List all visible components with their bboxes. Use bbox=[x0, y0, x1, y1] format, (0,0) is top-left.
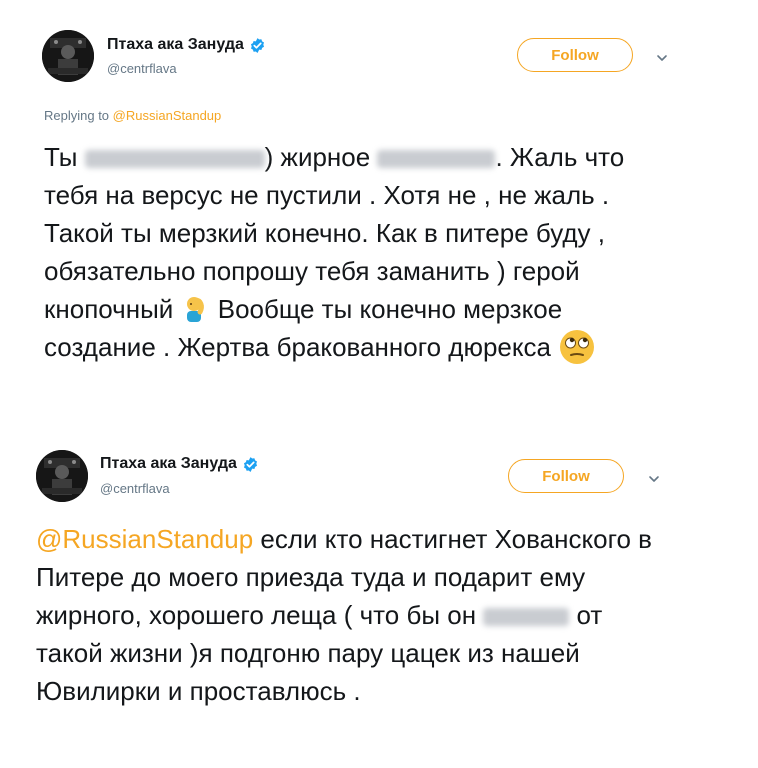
tweet-1: Птаха ака Зануда @centrflava Follow Repl… bbox=[0, 0, 758, 420]
follow-button[interactable]: Follow bbox=[508, 459, 624, 493]
facepalm-emoji-icon bbox=[181, 294, 211, 324]
mention-link[interactable]: @RussianStandup bbox=[36, 524, 253, 554]
avatar[interactable] bbox=[36, 450, 88, 502]
eye-roll-emoji-icon bbox=[558, 328, 596, 366]
text-part-1: Ты bbox=[44, 142, 78, 172]
replying-to-mention[interactable]: @RussianStandup bbox=[113, 108, 222, 123]
tweet-text: Ты ) жирное . Жаль что тебя на версус не… bbox=[44, 138, 664, 366]
author-handle[interactable]: @centrflava bbox=[100, 481, 170, 496]
author-name-line[interactable]: Птаха ака Зануда bbox=[107, 36, 266, 54]
display-name[interactable]: Птаха ака Зануда bbox=[107, 36, 244, 54]
chevron-down-icon[interactable] bbox=[647, 472, 661, 486]
display-name[interactable]: Птаха ака Зануда bbox=[100, 455, 237, 473]
text-part-2: ) жирное bbox=[264, 142, 371, 172]
verified-badge-icon bbox=[250, 37, 264, 53]
replying-to-line: Replying to @RussianStandup bbox=[44, 108, 221, 123]
author-handle[interactable]: @centrflava bbox=[107, 61, 177, 76]
tweet-2: Птаха ака Зануда @centrflava Follow @Rus… bbox=[0, 420, 758, 768]
tweet-text: @RussianStandup если кто настигнет Хован… bbox=[36, 520, 676, 710]
censored-word bbox=[483, 608, 570, 627]
replying-to-prefix: Replying to bbox=[44, 108, 110, 123]
censored-word bbox=[84, 150, 265, 169]
avatar-image bbox=[42, 30, 94, 82]
chevron-down-icon[interactable] bbox=[655, 51, 669, 65]
avatar-image bbox=[36, 450, 88, 502]
follow-button[interactable]: Follow bbox=[517, 38, 633, 72]
author-name-line[interactable]: Птаха ака Зануда bbox=[100, 455, 259, 473]
verified-badge-icon bbox=[243, 456, 257, 472]
avatar[interactable] bbox=[42, 30, 94, 82]
censored-word bbox=[377, 150, 496, 169]
